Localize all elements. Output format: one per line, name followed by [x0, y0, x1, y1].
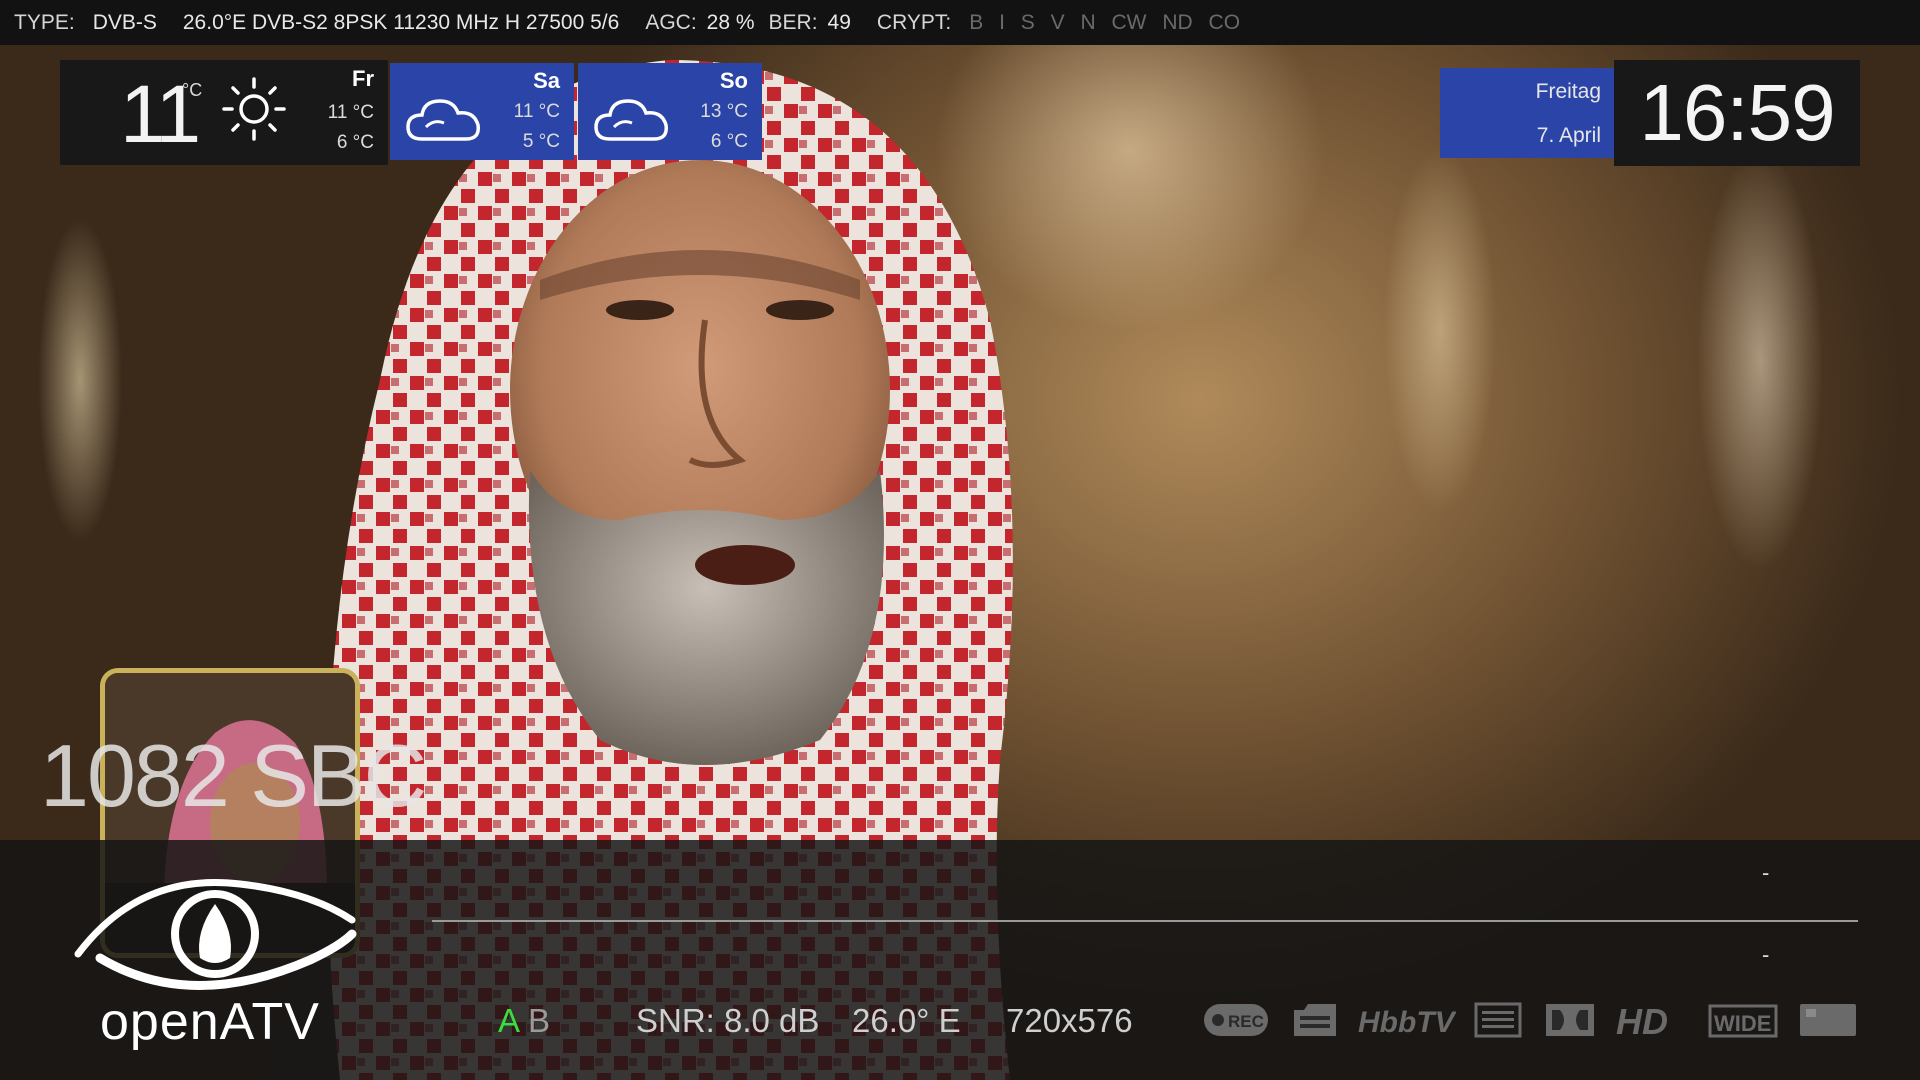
orbital-position: 26.0° E [852, 1002, 961, 1039]
weather-forecast-day: So 13 °C 6 °C [578, 63, 762, 160]
weather-low: 6 °C [336, 132, 374, 153]
weather-current: 11 °C Fr 11 °C 6 °C [60, 60, 388, 165]
teletext-icon [1474, 1002, 1522, 1038]
tuner-b: B [528, 1002, 551, 1039]
crypt-label: CRYPT: [876, 10, 952, 34]
forecast-high: 11 °C [513, 101, 560, 122]
now-event-time: - [1762, 860, 1770, 885]
signal-info-bar: TYPE: DVB-S 26.0°E DVB-S2 8PSK 11230 MHz… [0, 0, 1920, 45]
weather-forecast-day: Sa 11 °C 5 °C [390, 63, 574, 160]
dolby-icon [1546, 1004, 1594, 1036]
weekday: Freitag [1535, 80, 1601, 103]
tuner-a: A [498, 1002, 521, 1039]
crypt-system: S [1020, 10, 1035, 34]
channel-name: 1082 SBC [40, 726, 427, 825]
temperature-unit: °C [182, 80, 203, 100]
crypt-system: V [1050, 10, 1065, 34]
video-resolution: 720x576 [1006, 1002, 1133, 1039]
date: 7. April [1536, 124, 1601, 147]
ber-label: BER: [768, 10, 818, 34]
crypt-system: ND [1162, 10, 1193, 34]
infobar: - - openATV AB SNR: 8.0 dB 26.0° E 720x5… [0, 840, 1920, 1080]
crypt-system: CO [1208, 10, 1241, 34]
widescreen-icon: WIDE [1708, 1004, 1778, 1038]
openatv-logo-icon [74, 878, 357, 990]
sun-icon [222, 77, 286, 141]
forecast-day-name: So [719, 68, 748, 93]
event-divider [432, 920, 1858, 922]
type-value: DVB-S [92, 10, 157, 34]
cloud-icon [406, 99, 480, 141]
crypt-system: I [999, 10, 1005, 34]
forecast-high: 13 °C [700, 101, 748, 122]
forecast-day-name: Sa [533, 68, 560, 93]
next-event-time: - [1762, 942, 1770, 967]
svg-text:REC: REC [1228, 1012, 1264, 1031]
subtitle-icon [1294, 1004, 1336, 1036]
svg-text:WIDE: WIDE [1714, 1011, 1771, 1036]
crypt-systems: B I S V N CW ND CO [969, 11, 1250, 35]
agc-value: 28 % [706, 10, 755, 34]
rec-icon: REC [1204, 1004, 1268, 1036]
agc-label: AGC: [645, 10, 697, 34]
transponder-info: 26.0°E DVB-S2 8PSK 11230 MHz H 27500 5/6 [182, 10, 620, 34]
forecast-low: 5 °C [522, 131, 560, 152]
crypt-system: B [969, 10, 984, 34]
crypt-card-icon [1800, 1004, 1856, 1036]
date-panel: Freitag 7. April [1440, 68, 1615, 158]
crypt-system: CW [1111, 10, 1147, 34]
tuner-indicator: AB [498, 1002, 550, 1040]
weather-high: 11 °C [327, 102, 374, 123]
hd-icon: HD [1616, 1001, 1668, 1040]
hbbtv-icon: HbbTV [1358, 1006, 1456, 1039]
crypt-system: N [1080, 10, 1096, 34]
cloud-icon [594, 99, 668, 141]
snr-value: SNR: 8.0 dB [636, 1002, 820, 1039]
forecast-low: 6 °C [710, 131, 748, 152]
clock: 16:59 [1614, 60, 1860, 166]
svg-text:HbbTV: HbbTV [1358, 1006, 1456, 1039]
logo-text: openATV [100, 993, 320, 1051]
svg-text:HD: HD [1616, 1001, 1668, 1040]
ber-value: 49 [827, 10, 851, 34]
weather-day: Fr [352, 66, 374, 91]
type-label: TYPE: [14, 10, 75, 34]
